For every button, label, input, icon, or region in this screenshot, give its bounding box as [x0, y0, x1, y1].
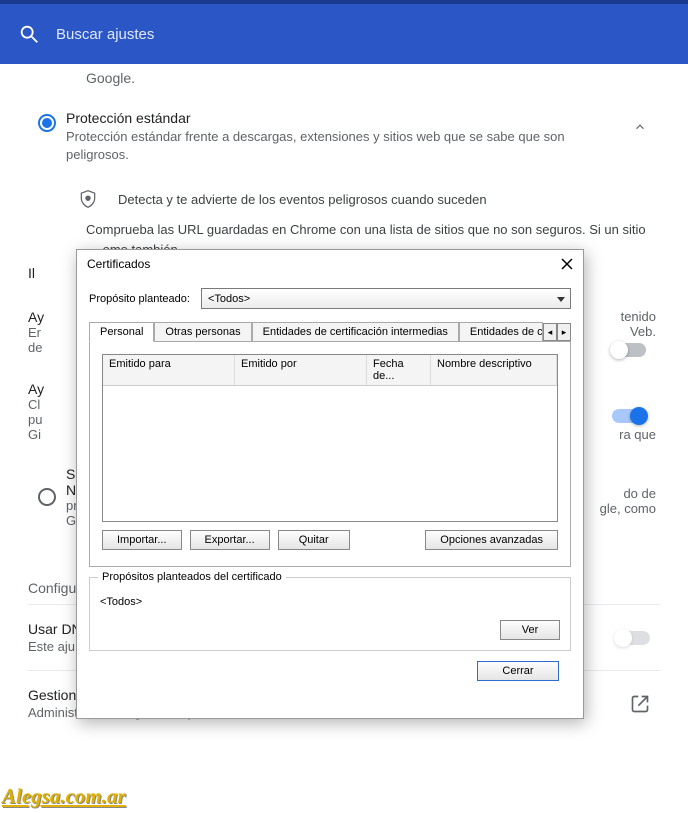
certificates-dialog: Certificados Propósito planteado: <Todos…: [76, 249, 584, 719]
advanced-options-button[interactable]: Opciones avanzadas: [425, 530, 558, 550]
partial-text: ra que: [602, 427, 656, 442]
tabs: Personal Otras personas Entidades de cer…: [89, 319, 571, 341]
chevron-down-icon: [556, 294, 566, 304]
export-button[interactable]: Exportar...: [190, 530, 270, 550]
remove-button[interactable]: Quitar: [278, 530, 350, 550]
purposes-box-value: <Todos>: [100, 586, 560, 612]
col-friendly-name[interactable]: Nombre descriptivo: [431, 355, 557, 385]
external-link-icon: [630, 694, 650, 714]
chevron-up-icon[interactable]: [633, 120, 647, 134]
table-header: Emitido para Emitido por Fecha de... Nom…: [103, 355, 557, 386]
certificate-purposes-box: Propósitos planteados del certificado <T…: [89, 577, 571, 651]
certificates-table[interactable]: Emitido para Emitido por Fecha de... Nom…: [102, 354, 558, 522]
purposes-box-title: Propósitos planteados del certificado: [98, 571, 286, 583]
partial-text: tenido: [602, 309, 656, 324]
toggle-switch-disabled: [616, 631, 650, 645]
purpose-selected-value: <Todos>: [208, 293, 250, 305]
shield-icon: [78, 188, 98, 210]
tab-personal[interactable]: Personal: [89, 322, 154, 342]
close-button[interactable]: Cerrar: [477, 661, 559, 681]
purpose-select[interactable]: <Todos>: [201, 288, 571, 309]
option-title: Protección estándar: [66, 110, 608, 126]
purpose-label: Propósito planteado:: [89, 293, 201, 305]
toggle-switch[interactable]: [612, 409, 646, 423]
tab-root-ca[interactable]: Entidades de certificaci: [459, 322, 543, 341]
partial-text: gle, como: [600, 501, 656, 516]
col-expiry[interactable]: Fecha de...: [367, 355, 431, 385]
tab-pane: Emitido para Emitido por Fecha de... Nom…: [89, 341, 571, 567]
search-placeholder: Buscar ajustes: [56, 26, 154, 43]
tab-scroll-left[interactable]: ◂: [543, 323, 557, 341]
partial-text: do de: [600, 486, 656, 501]
tab-intermediate-ca[interactable]: Entidades de certificación intermedias: [252, 322, 459, 341]
col-issued-to[interactable]: Emitido para: [103, 355, 235, 385]
partial-text: Veb.: [602, 324, 656, 339]
tab-others[interactable]: Otras personas: [154, 322, 251, 341]
detect-text: Detecta y te advierte de los eventos pel…: [118, 192, 487, 207]
standard-protection-option[interactable]: Protección estándar Protección estándar …: [28, 102, 660, 182]
settings-search-bar[interactable]: Buscar ajustes: [0, 4, 688, 64]
radio-selected-icon[interactable]: [38, 114, 56, 132]
option-desc: Protección estándar frente a descargas, …: [66, 128, 608, 164]
truncated-text: Google.: [28, 64, 660, 102]
close-icon[interactable]: [559, 256, 575, 272]
detect-line: Detecta y te advierte de los eventos pel…: [28, 182, 660, 220]
watermark: Alegsa.com.ar: [2, 784, 126, 809]
tab-scroll-right[interactable]: ▸: [557, 323, 571, 341]
view-button[interactable]: Ver: [500, 620, 560, 640]
col-issued-by[interactable]: Emitido por: [235, 355, 367, 385]
search-icon: [18, 23, 40, 45]
dialog-titlebar: Certificados: [77, 250, 583, 276]
dialog-title: Certificados: [87, 257, 150, 271]
import-button[interactable]: Importar...: [102, 530, 182, 550]
toggle-switch[interactable]: [612, 343, 646, 357]
